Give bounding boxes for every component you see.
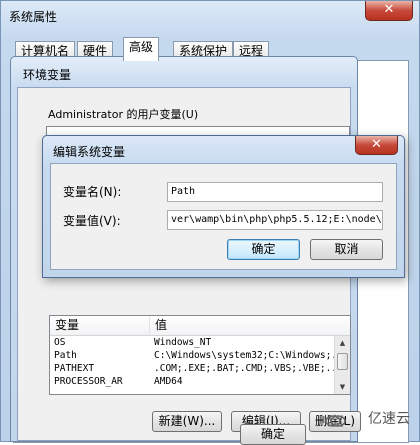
env-window-title: 环境变量 [23,68,72,82]
new-button[interactable]: 新建(W)... [152,411,222,432]
scroll-down-icon[interactable]: ▼ [335,380,350,394]
dialog-client: 变量名(N): Path 变量值(V): ver\wamp\bin\php\ph… [50,163,397,270]
row-variable-value: .COM;.EXE;.BAT;.CMD;.VBS;.VBE;... [154,363,336,374]
variable-name-label: 变量名(N): [63,185,122,199]
table-row[interactable]: OS Windows_NT [50,336,350,349]
watermark-text: 亿速云 [368,411,410,427]
table-row[interactable]: Path C:\Windows\system32;C:\Windows;... [50,349,350,362]
system-variables-list[interactable]: 变量 值 OS Windows_NT Path C:\Windows\syste… [49,315,351,395]
table-row[interactable]: PATHEXT .COM;.EXE;.BAT;.CMD;.VBS;.VBE;..… [50,362,350,375]
close-icon: ✕ [371,137,382,152]
user-variables-label: Administrator 的用户变量(U) [46,106,201,122]
ok-button[interactable]: 确定 [227,239,300,260]
row-variable-value: C:\Windows\system32;C:\Windows;... [154,350,336,361]
variable-value-label: 变量值(V): [63,214,121,228]
row-variable-value: AMD64 [154,376,183,387]
row-variable-name: OS [54,337,66,348]
edit-system-variable-dialog: 编辑系统变量 ✕ 变量名(N): Path 变量值(V): ver\wamp\b… [42,135,405,278]
close-button[interactable]: ✕ [365,1,413,21]
close-icon: ✕ [383,2,395,17]
row-variable-value: Windows_NT [154,337,212,348]
column-header-variable[interactable]: 变量 [50,316,150,336]
scroll-up-icon[interactable]: ▲ [335,336,350,350]
row-variable-name: PATHEXT [54,363,95,374]
cancel-button[interactable]: 取消 [310,239,383,260]
variable-name-input[interactable]: Path [167,182,383,202]
table-row[interactable]: PROCESSOR_AR AMD64 [50,375,350,388]
dialog-title: 编辑系统变量 [53,145,126,159]
watermark-logo-icon [325,415,346,427]
row-variable-name: PROCESSOR_AR [54,376,123,387]
vertical-scrollbar[interactable]: ▲ ▼ [334,336,350,394]
window-title: 系统属性 [9,10,58,24]
column-header-value[interactable]: 值 [150,316,336,336]
list-header: 变量 值 [50,316,350,336]
variable-value-input[interactable]: ver\wamp\bin\php\php5.5.12;E:\node\ [167,210,383,230]
tab-advanced[interactable]: 高级 [123,37,160,61]
scrollbar-thumb[interactable] [337,353,348,370]
dialog-close-button[interactable]: ✕ [355,136,398,155]
row-variable-name: Path [54,350,77,361]
